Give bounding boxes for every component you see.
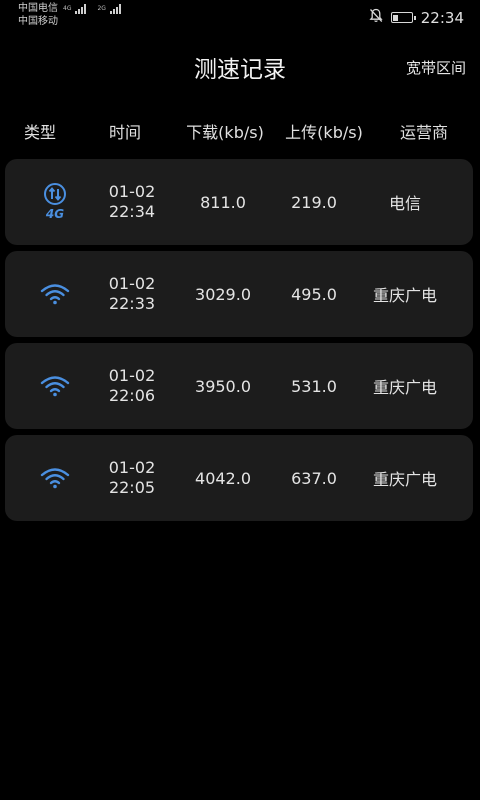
signal-icon [109,3,121,14]
wifi-icon [40,251,70,337]
carrier-1-name: 中国电信 [18,3,58,14]
record-row[interactable]: 01-02 22:06 3950.0 531.0 重庆广电 [5,343,473,429]
record-operator: 重庆广电 [372,470,438,489]
signal-icon [75,3,87,14]
clock: 22:34 [420,8,464,27]
status-right: 22:34 [369,8,464,27]
carrier-2-network: 2G [97,4,106,12]
wifi-icon [40,435,70,521]
record-list: 4G 01-02 22:34 811.0 219.0 电信 01-02 22:3… [5,159,473,527]
record-date: 01-02 [108,366,156,385]
record-operator: 电信 [388,194,422,213]
record-upload: 219.0 [291,192,337,212]
record-date: 01-02 [108,458,156,477]
svg-text:4G: 4G [45,207,64,221]
column-header-operator: 运营商 [399,123,449,142]
carrier-1-network: 4G [63,4,72,12]
column-header-upload: 上传(kb/s) [285,123,363,142]
record-row[interactable]: 4G 01-02 22:34 811.0 219.0 电信 [5,159,473,245]
battery-fill [393,14,399,21]
mute-bell-icon [369,8,383,27]
record-clock: 22:33 [108,294,156,313]
carrier-info: 中国电信 4G 2G 中国移动 [18,2,121,28]
record-clock: 22:34 [108,202,156,221]
record-upload: 495.0 [291,284,337,304]
record-date: 01-02 [108,274,156,293]
record-download: 811.0 [200,192,246,212]
record-download: 3950.0 [195,376,251,396]
record-time: 01-02 22:05 [109,435,156,521]
record-time: 01-02 22:06 [109,343,156,429]
record-download: 4042.0 [195,468,251,488]
4g-icon: 4G [40,159,70,245]
column-header-time: 时间 [108,123,142,142]
record-clock: 22:06 [108,386,156,405]
record-date: 01-02 [108,182,156,201]
record-row[interactable]: 01-02 22:33 3029.0 495.0 重庆广电 [5,251,473,337]
record-time: 01-02 22:33 [109,251,156,337]
record-clock: 22:05 [108,478,156,497]
broadband-range-link[interactable]: 宽带区间 [406,57,466,78]
column-header-download: 下载(kb/s) [186,123,264,142]
record-upload: 531.0 [291,376,337,396]
record-row[interactable]: 01-02 22:05 4042.0 637.0 重庆广电 [5,435,473,521]
record-upload: 637.0 [291,468,337,488]
wifi-icon [40,343,70,429]
carrier-2-name: 中国移动 [18,16,58,27]
status-bar: 中国电信 4G 2G 中国移动 22:34 [0,0,480,34]
battery-icon [390,12,416,23]
record-operator: 重庆广电 [372,378,438,397]
record-time: 01-02 22:34 [109,159,156,245]
column-header-type: 类型 [23,123,57,142]
record-operator: 重庆广电 [372,286,438,305]
record-download: 3029.0 [195,284,251,304]
